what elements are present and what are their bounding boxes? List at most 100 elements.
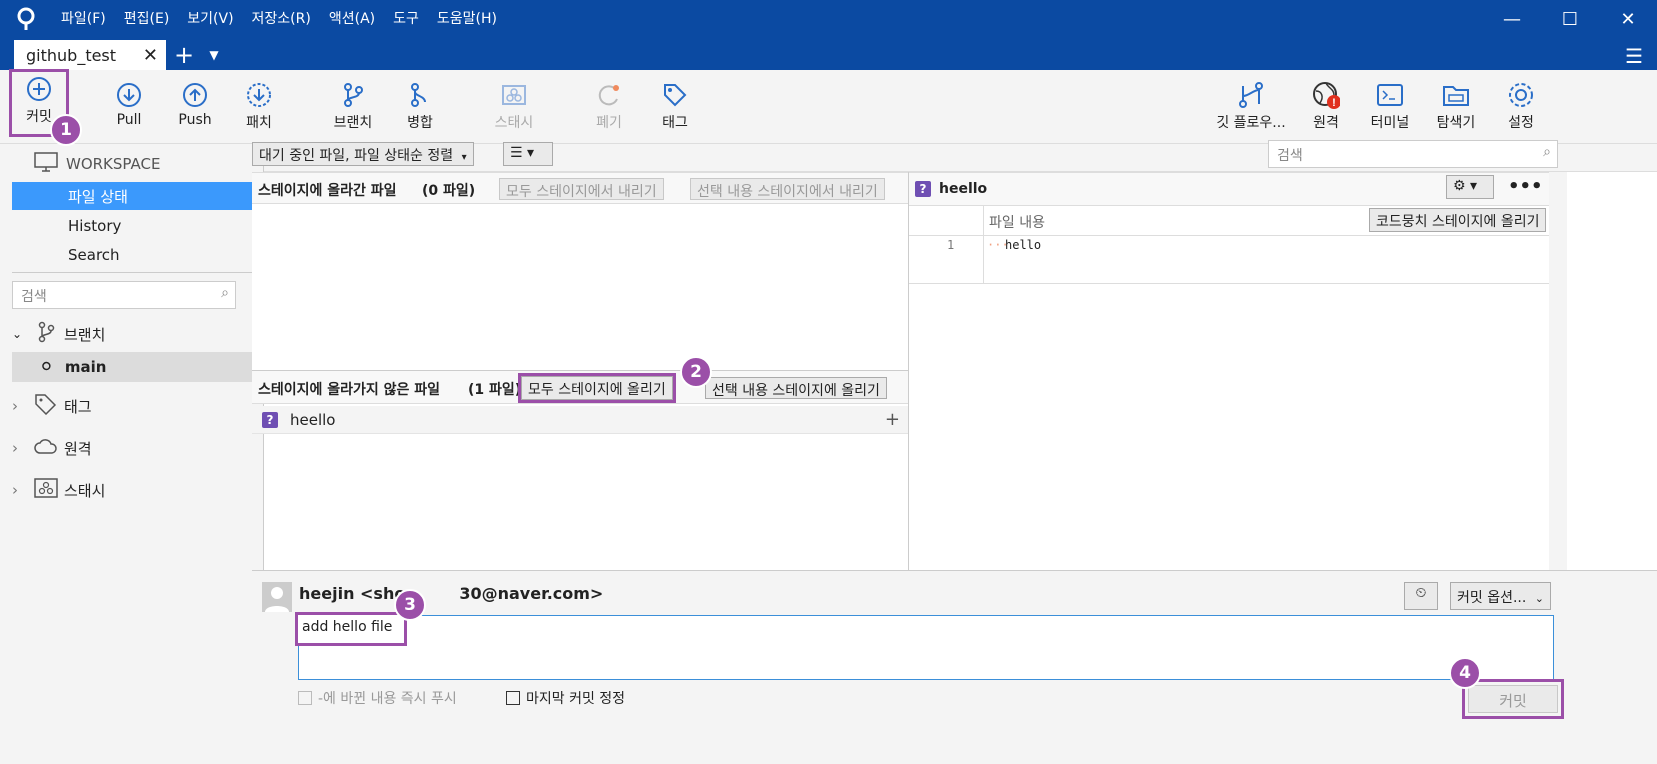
stash-button[interactable]: 스태시	[483, 78, 545, 132]
menu-repository[interactable]: 저장소(R)	[243, 0, 320, 38]
list-icon: ☰ ▾	[510, 145, 535, 161]
checkbox-box	[506, 691, 520, 705]
view-mode-dropdown[interactable]: ☰ ▾	[503, 142, 553, 166]
remote-globe-icon: !	[1295, 78, 1357, 112]
merge-icon	[389, 78, 451, 112]
search-icon: ⌕	[1543, 144, 1551, 160]
tag-button[interactable]: 태그	[644, 78, 706, 132]
stage-all-button[interactable]: 모두 스테이지에 올리기	[518, 373, 676, 403]
stage-selected-button[interactable]: 선택 내용 스테이지에 올리기	[705, 377, 887, 399]
terminal-button[interactable]: 터미널	[1359, 78, 1421, 132]
commit-author: heejin <sho 30@naver.com>	[299, 584, 604, 603]
stash-icon	[34, 478, 58, 502]
chevron-right-icon: ›	[12, 439, 18, 457]
branch-icon	[322, 78, 384, 112]
close-icon[interactable]: ✕	[1599, 0, 1657, 38]
commit-options-dropdown[interactable]: 커밋 옵션... ⌄	[1450, 582, 1551, 610]
unstage-all-button[interactable]: 모두 스테이지에서 내리기	[499, 178, 664, 200]
workspace-header: WORKSPACE	[34, 150, 274, 178]
staged-file-list	[252, 204, 908, 370]
chevron-right-icon: ›	[12, 481, 18, 499]
pull-icon	[98, 78, 160, 112]
step-badge-3: 3	[394, 589, 426, 621]
folder-icon	[1425, 78, 1487, 112]
chevron-down-icon: ▾	[461, 152, 467, 163]
menu-actions[interactable]: 액션(A)	[320, 0, 384, 38]
more-options-icon[interactable]: •••	[1508, 176, 1543, 197]
git-flow-button[interactable]: 깃 플로우...	[1212, 78, 1290, 132]
tag-icon	[34, 393, 58, 419]
maximize-icon[interactable]: ☐	[1541, 0, 1599, 38]
tab-github-test[interactable]: github_test ✕	[14, 40, 166, 70]
sidebar-branches-group[interactable]: ⌄ 브랜치	[12, 320, 252, 348]
commit-button-highlight: 커밋	[1462, 679, 1564, 719]
commit-icon	[12, 72, 66, 106]
remote-button[interactable]: ! 원격	[1295, 78, 1357, 132]
sourcetree-logo-icon	[14, 7, 38, 31]
git-flow-icon	[1212, 78, 1290, 112]
sidebar-tags-group[interactable]: › 태그	[12, 392, 252, 420]
push-immediately-checkbox[interactable]: -에 바뀐 내용 즉시 푸시	[298, 688, 457, 708]
merge-button[interactable]: 병합	[389, 78, 451, 132]
gear-icon	[1490, 78, 1552, 112]
hamburger-menu-icon[interactable]: ☰	[1625, 44, 1643, 68]
menu-help[interactable]: 도움말(H)	[428, 0, 506, 38]
branch-icon	[36, 321, 56, 347]
settings-button[interactable]: 설정	[1490, 78, 1552, 132]
sidebar-search-input[interactable]: 검색 ⌕	[12, 281, 236, 309]
sidebar-remotes-group[interactable]: › 원격	[12, 434, 252, 462]
discard-button[interactable]: 폐기	[578, 78, 640, 132]
search-icon: ⌕	[221, 285, 229, 301]
tab-close-icon[interactable]: ✕	[143, 45, 158, 66]
step-badge-1: 1	[50, 114, 82, 146]
toolbar: 커밋 1 Pull Push 패치 브랜치 병합 스태시 폐기 태그 깃 플로우…	[0, 69, 1657, 146]
cloud-icon	[34, 437, 58, 459]
minimize-icon[interactable]: —	[1483, 0, 1541, 38]
diff-scrollbar[interactable]	[1549, 172, 1567, 570]
commit-message-textarea[interactable]	[298, 615, 1554, 680]
unstaged-file-row[interactable]: ? heello +	[252, 406, 908, 434]
sidebar-item-history[interactable]: History	[12, 212, 252, 240]
current-branch-icon: ⭘	[42, 360, 51, 373]
menu-edit[interactable]: 편집(E)	[115, 0, 179, 38]
pull-button[interactable]: Pull	[98, 78, 160, 128]
chevron-right-icon: ›	[12, 397, 18, 415]
menu-tools[interactable]: 도구	[384, 0, 428, 38]
diff-options-dropdown[interactable]: ⚙ ▾	[1446, 175, 1494, 199]
divider	[12, 272, 252, 273]
monitor-icon	[34, 152, 58, 176]
checkbox-box	[298, 691, 312, 705]
stash-icon	[483, 78, 545, 112]
gear-icon: ⚙ ▾	[1453, 178, 1478, 194]
tab-dropdown-icon[interactable]: ▼	[202, 40, 226, 70]
explorer-button[interactable]: 탐색기	[1425, 78, 1487, 132]
stage-file-plus-icon[interactable]: +	[885, 409, 900, 430]
sidebar-stashes-group[interactable]: › 스태시	[12, 476, 252, 504]
push-button[interactable]: Push	[164, 78, 226, 128]
commit-button[interactable]: 커밋	[1468, 685, 1558, 713]
commit-history-clock-icon[interactable]: ⏲	[1404, 582, 1438, 610]
chevron-down-icon: ⌄	[12, 327, 23, 341]
untracked-file-icon: ?	[262, 411, 278, 428]
title-bar: 파일(F) 편집(E) 보기(V) 저장소(R) 액션(A) 도구 도움말(H)…	[0, 0, 1657, 38]
step-badge-4: 4	[1449, 657, 1481, 689]
menu-view[interactable]: 보기(V)	[178, 0, 242, 38]
branch-main[interactable]: ⭘ main	[12, 352, 252, 382]
sidebar-item-search[interactable]: Search	[12, 241, 252, 269]
tab-bar: github_test ✕ + ▼ ☰	[0, 38, 1657, 70]
stage-hunk-button[interactable]: 코드뭉치 스테이지에 올리기	[1369, 208, 1547, 232]
fetch-icon	[228, 78, 290, 112]
sidebar-item-file-status[interactable]: 파일 상태	[12, 182, 252, 210]
svg-text:!: !	[1332, 97, 1336, 109]
menu-file[interactable]: 파일(F)	[52, 0, 115, 38]
branch-button[interactable]: 브랜치	[322, 78, 384, 132]
untracked-file-icon: ?	[915, 181, 931, 197]
chevron-down-icon: ⌄	[1534, 592, 1544, 605]
amend-commit-checkbox[interactable]: 마지막 커밋 정정	[506, 688, 625, 708]
unstage-selected-button[interactable]: 선택 내용 스테이지에서 내리기	[690, 178, 885, 200]
fetch-button[interactable]: 패치	[228, 78, 290, 132]
push-icon	[164, 78, 226, 112]
add-tab-icon[interactable]: +	[166, 40, 202, 70]
sort-dropdown[interactable]: 대기 중인 파일, 파일 상태순 정렬 ▾	[252, 142, 474, 166]
file-search-input[interactable]: 검색 ⌕	[1268, 140, 1558, 168]
